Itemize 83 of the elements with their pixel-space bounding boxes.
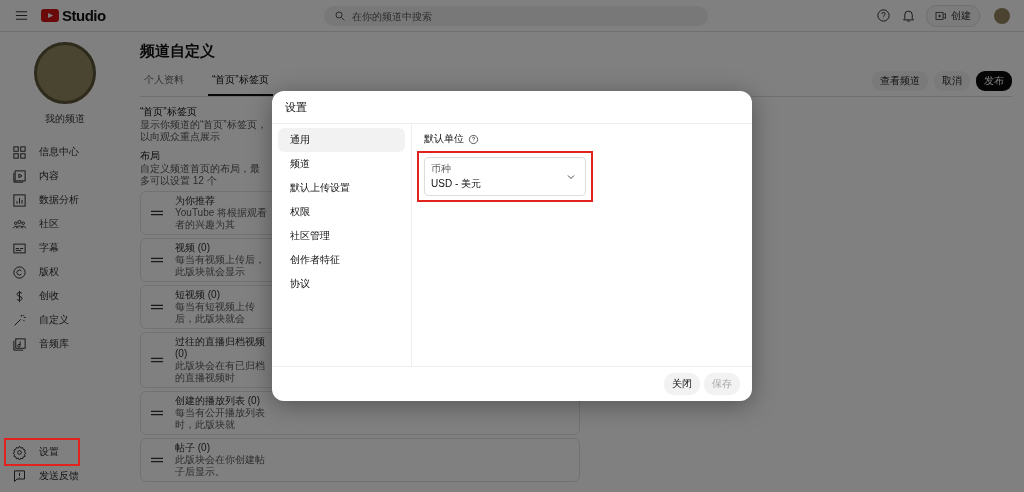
subtitles-icon [12, 240, 27, 256]
select-value: USD - 美元 [431, 177, 482, 191]
notifications-icon[interactable] [901, 8, 916, 23]
sidebar-item[interactable]: 发送反馈 [6, 464, 124, 488]
layout-title: 布局 [140, 149, 160, 163]
section-description: 显示你频道的“首页”标签页，以向观众重点展示 [140, 119, 268, 143]
menu-icon[interactable] [14, 8, 29, 23]
sidebar-item[interactable]: 自定义 [6, 308, 124, 332]
sidebar-item[interactable]: 内容 [6, 164, 124, 188]
card-description: 此版块会在有已归档的直播视频时 [175, 360, 266, 384]
grid-icon [12, 144, 27, 160]
settings-nav-item[interactable]: 权限 [278, 200, 405, 224]
sidebar-item[interactable]: 数据分析 [6, 188, 124, 212]
drag-handle-icon[interactable] [151, 210, 163, 216]
sidebar-item[interactable]: 社区 [6, 212, 124, 236]
layout-card[interactable]: 帖子 (0) 此版块会在你创建帖子后显示。 [140, 438, 580, 482]
sidebar-item[interactable]: 设置 [6, 440, 78, 464]
search-field[interactable]: 在你的频道中搜索 [323, 6, 708, 26]
sidebar-label: 内容 [39, 169, 59, 183]
sidebar-item[interactable]: 版权 [6, 260, 124, 284]
settings-nav-item[interactable]: 频道 [278, 152, 405, 176]
studio-logo-text: Studio [62, 7, 106, 24]
play-logo-icon [41, 9, 59, 22]
layout-description: 自定义频道首页的布局，最多可以设置 12 个 [140, 163, 261, 187]
sidebar-item[interactable]: 音频库 [6, 332, 124, 356]
feedback-icon [12, 468, 27, 484]
settings-nav-item[interactable]: 通用 [278, 128, 405, 152]
sidebar-label: 字幕 [39, 241, 59, 255]
create-button[interactable]: 创建 [926, 4, 980, 27]
drag-handle-icon[interactable] [151, 304, 163, 310]
section-title: “首页”标签页 [140, 105, 197, 119]
card-title: 视频 (0) [175, 242, 211, 254]
card-title: 过往的直播归档视频 (0) [175, 336, 266, 360]
action-button[interactable]: 查看频道 [872, 71, 928, 91]
drag-handle-icon[interactable] [151, 457, 163, 463]
copyright-icon [12, 264, 27, 280]
sidebar-item[interactable]: 信息中心 [6, 140, 124, 164]
bar-chart-icon [12, 192, 27, 208]
action-button[interactable]: 取消 [934, 71, 970, 91]
help-icon[interactable] [876, 8, 891, 23]
channel-name: 我的频道 [44, 112, 86, 126]
section-label: 默认单位 [424, 132, 464, 146]
tab[interactable]: “首页”标签页 [208, 69, 273, 96]
settings-icon [12, 444, 27, 460]
card-title: 创建的播放列表 (0) [175, 395, 261, 407]
sidebar-label: 版权 [39, 265, 59, 279]
sidebar-item[interactable]: 创收 [6, 284, 124, 308]
settings-nav-item[interactable]: 默认上传设置 [278, 176, 405, 200]
sidebar-label: 创收 [39, 289, 59, 303]
magic-wand-icon [12, 312, 27, 328]
card-title: 为你推荐 [175, 195, 216, 207]
video-plus-icon [935, 9, 947, 22]
sidebar-item[interactable]: 字幕 [6, 236, 124, 260]
card-description: YouTube 将根据观看者的兴趣为其 [175, 207, 269, 231]
avatar[interactable] [994, 7, 1010, 24]
card-title: 短视频 (0) [175, 289, 221, 301]
search-icon [333, 9, 346, 22]
help-icon[interactable] [468, 133, 479, 145]
page-title: 频道自定义 [140, 42, 216, 61]
settings-nav-item[interactable]: 创作者特征 [278, 248, 405, 272]
sidebar-label: 社区 [39, 217, 59, 231]
music-note-icon [12, 336, 27, 352]
settings-nav-item[interactable]: 社区管理 [278, 224, 405, 248]
card-description: 每当有公开播放列表时，此版块就 [175, 407, 266, 431]
tab[interactable]: 个人资料 [140, 69, 188, 96]
currency-select[interactable]: 币种 USD - 美元 [424, 157, 586, 196]
settings-nav-item[interactable]: 协议 [278, 272, 405, 296]
drag-handle-icon[interactable] [151, 257, 163, 263]
card-title: 帖子 (0) [175, 442, 211, 454]
play-square-icon [12, 168, 27, 184]
sidebar-label: 数据分析 [39, 193, 79, 207]
card-description: 此版块会在你创建帖子后显示。 [175, 454, 266, 478]
sidebar-label: 音频库 [39, 337, 69, 351]
drag-handle-icon[interactable] [151, 410, 163, 416]
sidebar-label: 设置 [39, 445, 59, 459]
dialog-title: 设置 [272, 91, 752, 124]
sidebar-label: 发送反馈 [39, 469, 79, 483]
sidebar-label: 自定义 [39, 313, 69, 327]
select-label: 币种 [431, 162, 452, 176]
dialog-button[interactable]: 关闭 [664, 373, 700, 395]
drag-handle-icon[interactable] [151, 357, 163, 363]
sidebar-label: 信息中心 [39, 145, 79, 159]
publish-button[interactable]: 发布 [976, 71, 1012, 91]
